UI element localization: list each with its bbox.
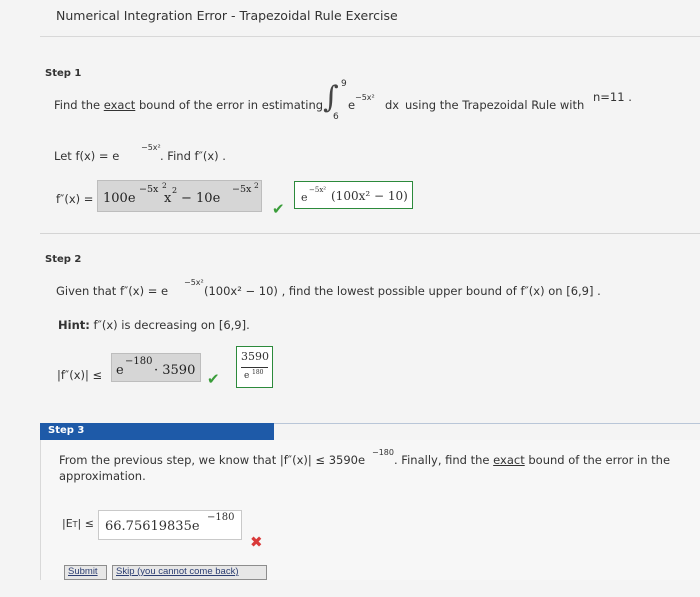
hint-label: Hint: [58,318,90,332]
step2-correct-answer: 3590 e 180 [236,346,273,388]
correct-e: e [301,191,308,204]
et-label: |E [62,517,73,530]
step2-hint: Hint: f″(x) is decreasing on [6,9]. [58,318,250,332]
correct-exp: −5x² [309,186,327,194]
page-title: Numerical Integration Error - Trapezoida… [56,8,398,23]
answer-value: 66.75619835e [105,519,200,534]
answer-term-c-exp: −5x [232,184,252,195]
fraction-bar [241,367,268,368]
correct-denominator-exp: 180 [252,369,264,376]
n-value: n=11 . [593,90,632,104]
let-prefix: Let [54,149,72,163]
step3-answer-input[interactable]: 66.75619835e −180 [98,510,242,540]
step3-exact: exact [493,453,525,467]
correct-check-icon-2: ✔ [207,370,220,388]
correct-numerator: 3590 [241,350,269,363]
answer-exp: −180 [125,356,153,367]
step1-answer-label: f″(x) = [56,192,94,206]
integral-lower-limit: 6 [333,112,339,122]
correct-check-icon: ✔ [272,200,285,218]
answer-term-a: 100e [103,191,136,206]
submit-label: Submit [68,566,98,577]
answer-term-b: x [164,191,172,206]
step3-text-end: bound of the error in the [528,453,671,467]
using-text: using the Trapezoidal Rule with [405,98,585,112]
integral-sign: ∫ [323,80,339,115]
answer-term-c-exp2: 2 [254,181,259,190]
step2-given: Given that f″(x) = e [56,284,169,298]
step3-text-line2: approximation. [59,469,146,483]
incorrect-x-icon: ✖ [250,533,263,551]
hint-text: f″(x) is decreasing on [6,9]. [93,318,250,332]
let-fx: f(x) = e [75,149,120,163]
integral-upper-limit: 9 [341,79,347,89]
step3-text-line1-rest: . Finally, find the exact bound of the e… [394,453,670,467]
step2-label: Step 2 [45,254,82,265]
step2-given-rest: (100x² − 10) , find the lowest possible … [204,284,601,298]
answer-rest: · 3590 [154,363,196,378]
et-end: | ≤ [77,517,94,530]
step1-prompt: Find the exact bound of the error in est… [54,98,323,112]
correct-rest: (100x² − 10) [331,189,408,203]
answer-term-a-exp: −5x [139,184,159,195]
skip-label: Skip (you cannot come back) [116,566,239,577]
find-f2: . Find f″(x) . [160,149,226,163]
step2-answer-label: |f″(x)| ≤ [57,368,103,382]
submit-button[interactable]: Submit [64,565,107,580]
title-divider [40,36,700,37]
step3-header: Step 3 [40,423,274,440]
step3-header-line [274,423,700,424]
step2-answer-field[interactable]: e −180 · 3590 [111,353,201,382]
step1-label: Step 1 [45,68,82,79]
correct-denominator-e: e [244,371,250,381]
step1-answer-field[interactable]: 100e −5x 2 x 2 − 10e −5x 2 [97,180,262,212]
answer-e: e [116,363,124,378]
exercise-page: Numerical Integration Error - Trapezoida… [0,0,700,597]
step3-text-after: . Finally, find the [394,453,490,467]
prompt-text: Find the [54,98,101,112]
let-exponent: −5x² [141,143,161,152]
step3-answer-label: |ET| ≤ [62,517,94,530]
answer-exponent: −180 [207,512,235,523]
let-statement: Let f(x) = e [54,149,119,163]
exact-link: exact [103,98,136,112]
step2-given-exponent: −5x² [184,278,204,287]
answer-term-c: − 10e [181,191,221,206]
step1-correct-answer: e −5x² (100x² − 10) [294,181,413,209]
answer-term-b-exp: 2 [172,186,178,195]
step3-text-exponent: −180 [372,448,394,457]
integrand-dx: dx [385,98,400,112]
skip-button[interactable]: Skip (you cannot come back) [112,565,267,580]
integrand-exponent: −5x² [355,93,375,102]
step3-label: Step 3 [48,425,85,436]
step3-text-line1: From the previous step, we know that |f″… [59,453,366,467]
prompt-text-2: bound of the error in estimating [138,98,324,112]
answer-term-a-exp2: 2 [162,181,167,190]
step1-divider [40,233,700,234]
